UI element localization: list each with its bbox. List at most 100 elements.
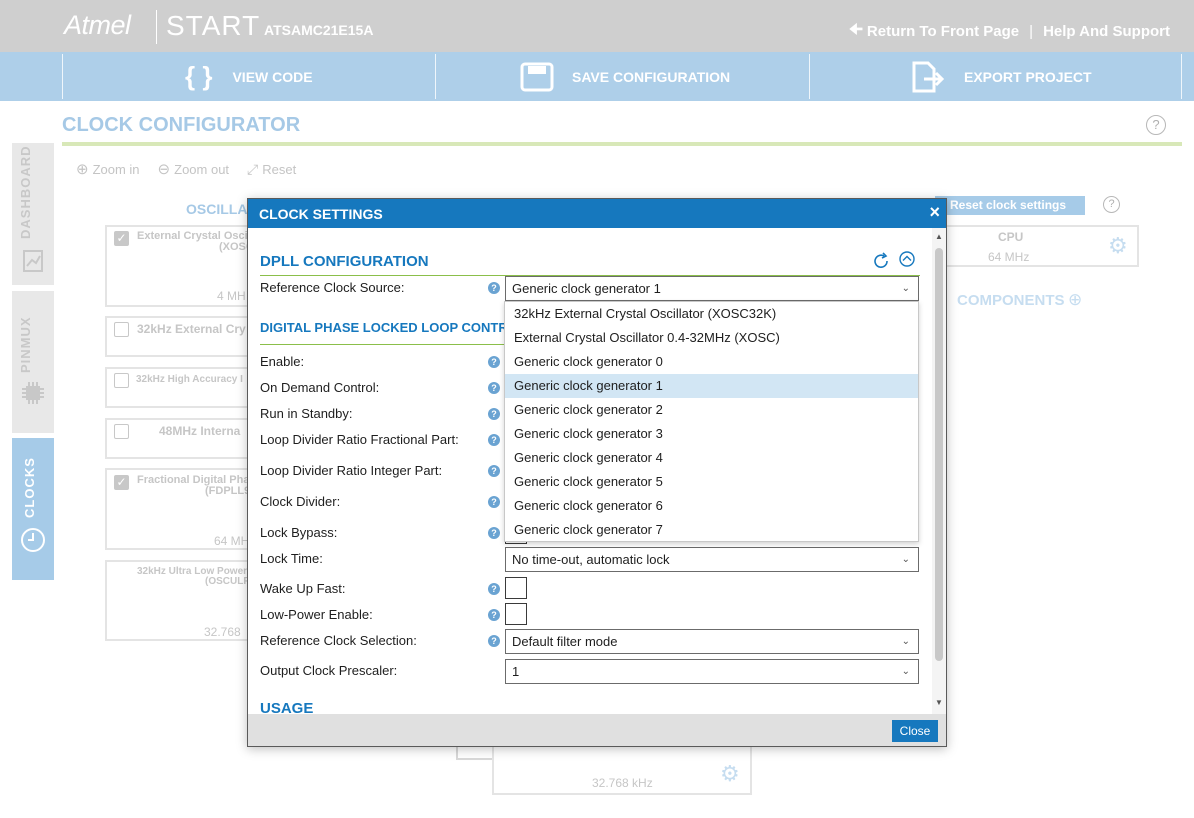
oscillator-label: 48MHz Interna: [159, 424, 241, 438]
reset-clock-settings-button[interactable]: Reset clock settings: [935, 196, 1085, 215]
oscillator-checkbox[interactable]: ✓: [114, 231, 129, 246]
help-icon[interactable]: ?: [1103, 196, 1120, 213]
close-button[interactable]: Close: [892, 720, 938, 742]
add-component-icon[interactable]: ⊕: [1068, 290, 1082, 310]
dropdown-option[interactable]: Generic clock generator 2: [505, 398, 918, 422]
lock-time-value: No time-out, automatic lock: [512, 552, 670, 567]
dropdown-option[interactable]: Generic clock generator 7: [505, 518, 918, 542]
export-project-button[interactable]: EXPORT PROJECT: [910, 52, 1092, 101]
field-label: Loop Divider Ratio Fractional Part:: [260, 432, 459, 447]
reset-label: Reset: [262, 161, 297, 177]
oscillator-box[interactable]: 32kHz Ultra Low Power (OSCULP 32.768: [105, 560, 255, 641]
refresh-icon[interactable]: [872, 252, 890, 270]
dropdown-option[interactable]: Generic clock generator 5: [505, 470, 918, 494]
help-icon[interactable]: ?: [488, 408, 500, 420]
help-icon[interactable]: ?: [488, 609, 500, 621]
zoom-bar: ⊕ Zoom in ⊖ Zoom out ⤢ Reset: [76, 160, 296, 179]
dashboard-icon: [23, 250, 43, 272]
field-label: On Demand Control:: [260, 380, 380, 395]
oscillator-frequency: 32.768: [204, 625, 241, 639]
oscillator-checkbox[interactable]: [114, 373, 129, 388]
tab-pinmux-label: PINMUX: [18, 316, 33, 373]
help-icon[interactable]: ?: [1146, 115, 1166, 135]
zoom-in-button[interactable]: ⊕ Zoom in: [76, 160, 140, 178]
tab-clocks[interactable]: CLOCKS: [12, 438, 54, 580]
tab-pinmux[interactable]: PINMUX: [12, 291, 54, 433]
wake-up-fast-label: Wake Up Fast:: [260, 581, 346, 596]
oscillator-sublabel: (FDPLL9: [205, 485, 251, 497]
chevron-down-icon: ⌄: [901, 666, 910, 677]
usage-heading: USAGE: [260, 700, 314, 714]
chevron-down-icon: ⌄: [901, 636, 910, 647]
dialog-header: CLOCK SETTINGS ×: [248, 199, 946, 228]
scroll-up-icon[interactable]: ▲: [935, 232, 943, 241]
save-configuration-button[interactable]: SAVE CONFIGURATION: [520, 52, 730, 101]
top-bar: Atmel START ATSAMC21E15A 🠈 Return To Fro…: [0, 0, 1194, 52]
help-icon[interactable]: ?: [488, 382, 500, 394]
gear-icon[interactable]: ⚙: [720, 761, 740, 787]
tab-dashboard-label: DASHBOARD: [18, 145, 33, 240]
oscillators-heading: OSCILLA: [186, 201, 248, 217]
output-clock-prescaler-select[interactable]: 1 ⌄: [505, 659, 919, 684]
help-icon[interactable]: ?: [488, 635, 500, 647]
dropdown-option[interactable]: Generic clock generator 3: [505, 422, 918, 446]
reset-icon: ⤢: [247, 160, 259, 177]
wake-up-fast-checkbox[interactable]: [505, 577, 527, 599]
toolbar-divider: [1181, 54, 1182, 99]
help-icon[interactable]: ?: [488, 434, 500, 446]
oscillator-box[interactable]: 32kHz High Accuracy I: [105, 367, 255, 408]
oscillator-checkbox[interactable]: [114, 322, 129, 337]
atmel-logo: Atmel: [64, 10, 131, 40]
dropdown-option[interactable]: Generic clock generator 6: [505, 494, 918, 518]
zoom-in-label: Zoom in: [92, 161, 140, 177]
generator-box[interactable]: 32.768 kHz ⚙: [492, 745, 752, 795]
dropdown-option[interactable]: External Crystal Oscillator 0.4-32MHz (X…: [505, 326, 918, 350]
export-file-icon: [912, 61, 945, 92]
oscillator-box[interactable]: 32kHz External Cry: [105, 316, 255, 357]
oscillator-box[interactable]: 48MHz Interna: [105, 418, 255, 459]
dropdown-option[interactable]: Generic clock generator 0: [505, 350, 918, 374]
cpu-frequency: 64 MHz: [988, 250, 1030, 264]
reference-clock-selection-label: Reference Clock Selection:: [260, 633, 417, 648]
close-icon[interactable]: ×: [929, 202, 940, 223]
help-and-support-link[interactable]: Help And Support: [1043, 23, 1170, 40]
reference-clock-source-select[interactable]: Generic clock generator 1 ⌄: [505, 276, 919, 301]
oscillator-box[interactable]: ✓ Fractional Digital Pha (FDPLL9 64 MH: [105, 468, 255, 550]
oscillator-frequency: 4 MH: [217, 289, 246, 303]
floppy-disk-icon: [520, 62, 554, 91]
gear-icon[interactable]: ⚙: [1108, 233, 1128, 259]
help-icon[interactable]: ?: [488, 356, 500, 368]
field-label: Clock Divider:: [260, 494, 341, 509]
collapse-icon[interactable]: [898, 250, 916, 268]
low-power-enable-checkbox[interactable]: [505, 603, 527, 625]
help-icon[interactable]: ?: [488, 496, 500, 508]
dropdown-option[interactable]: 32kHz External Crystal Oscillator (XOSC3…: [505, 302, 918, 326]
export-project-label: EXPORT PROJECT: [964, 68, 1092, 85]
tab-dashboard[interactable]: DASHBOARD: [12, 143, 54, 285]
reference-clock-selection-select[interactable]: Default filter mode ⌄: [505, 629, 919, 654]
zoom-out-button[interactable]: ⊖ Zoom out: [158, 160, 230, 178]
lock-time-select[interactable]: No time-out, automatic lock ⌄: [505, 547, 919, 572]
toolbar-divider: [809, 54, 810, 99]
dropdown-option-selected[interactable]: Generic clock generator 1: [505, 374, 918, 398]
help-icon[interactable]: ?: [488, 583, 500, 595]
oscillator-label: 32kHz External Cry: [137, 322, 246, 336]
cpu-box[interactable]: CPU 64 MHz ⚙: [938, 225, 1139, 267]
oscillator-box[interactable]: ✓ External Crystal Osci (XOSC 4 MH: [105, 225, 255, 307]
help-icon[interactable]: ?: [488, 465, 500, 477]
generator-frequency: 32.768 kHz: [592, 776, 653, 790]
digital-phase-locked-loop-heading: DIGITAL PHASE LOCKED LOOP CONTRO: [260, 320, 518, 335]
dropdown-option[interactable]: Generic clock generator 4: [505, 446, 918, 470]
scrollbar-thumb[interactable]: [935, 248, 943, 661]
components-heading: COMPONENTS: [957, 292, 1065, 309]
connector-line: [456, 758, 492, 760]
oscillator-checkbox[interactable]: ✓: [114, 475, 129, 490]
view-code-button[interactable]: { } VIEW CODE: [185, 52, 313, 101]
help-icon[interactable]: ?: [488, 527, 500, 539]
help-icon[interactable]: ?: [488, 282, 500, 294]
zoom-in-icon: ⊕: [76, 161, 89, 178]
scroll-down-icon[interactable]: ▼: [935, 698, 943, 707]
reset-zoom-button[interactable]: ⤢ Reset: [247, 160, 296, 178]
oscillator-checkbox[interactable]: [114, 424, 129, 439]
return-to-front-page-link[interactable]: Return To Front Page: [867, 23, 1019, 40]
